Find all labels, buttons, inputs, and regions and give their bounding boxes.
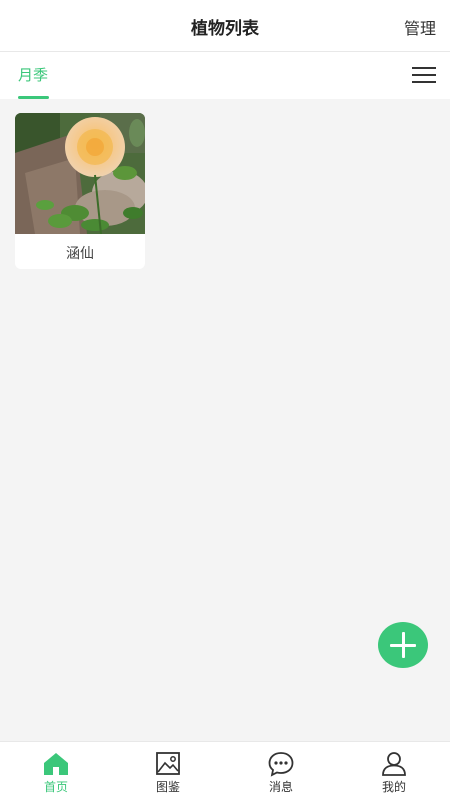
nav-messages[interactable]: 消息 [225,742,337,800]
active-tab-indicator [18,96,49,99]
nav-gallery[interactable]: 图鉴 [112,742,224,800]
tab-yueji[interactable]: 月季 [18,64,48,85]
nav-gallery-label: 图鉴 [155,780,180,794]
menu-icon[interactable] [412,65,436,85]
bottom-navigation: 首页 图鉴 消息 我的 [0,741,450,800]
nav-profile[interactable]: 我的 [338,742,450,800]
home-icon [44,753,68,775]
nav-messages-label: 消息 [268,780,293,794]
user-icon [382,752,406,776]
manage-button[interactable]: 管理 [404,15,436,39]
plant-photo [15,113,145,234]
add-plant-button[interactable] [378,622,428,668]
image-icon [156,752,180,775]
page-title: 植物列表 [191,19,259,39]
category-tab-bar: 月季 [0,52,450,99]
plant-card[interactable]: 涵仙 [15,113,145,269]
nav-home-label: 首页 [43,780,68,794]
nav-home[interactable]: 首页 [0,742,112,800]
nav-profile-label: 我的 [381,780,406,794]
app-screen: 植物列表 管理 月季 涵仙 首页 图鉴 消息 我的 [0,0,450,800]
message-icon [268,752,294,777]
top-bar: 植物列表 管理 [0,0,450,52]
plant-name: 涵仙 [66,246,94,262]
